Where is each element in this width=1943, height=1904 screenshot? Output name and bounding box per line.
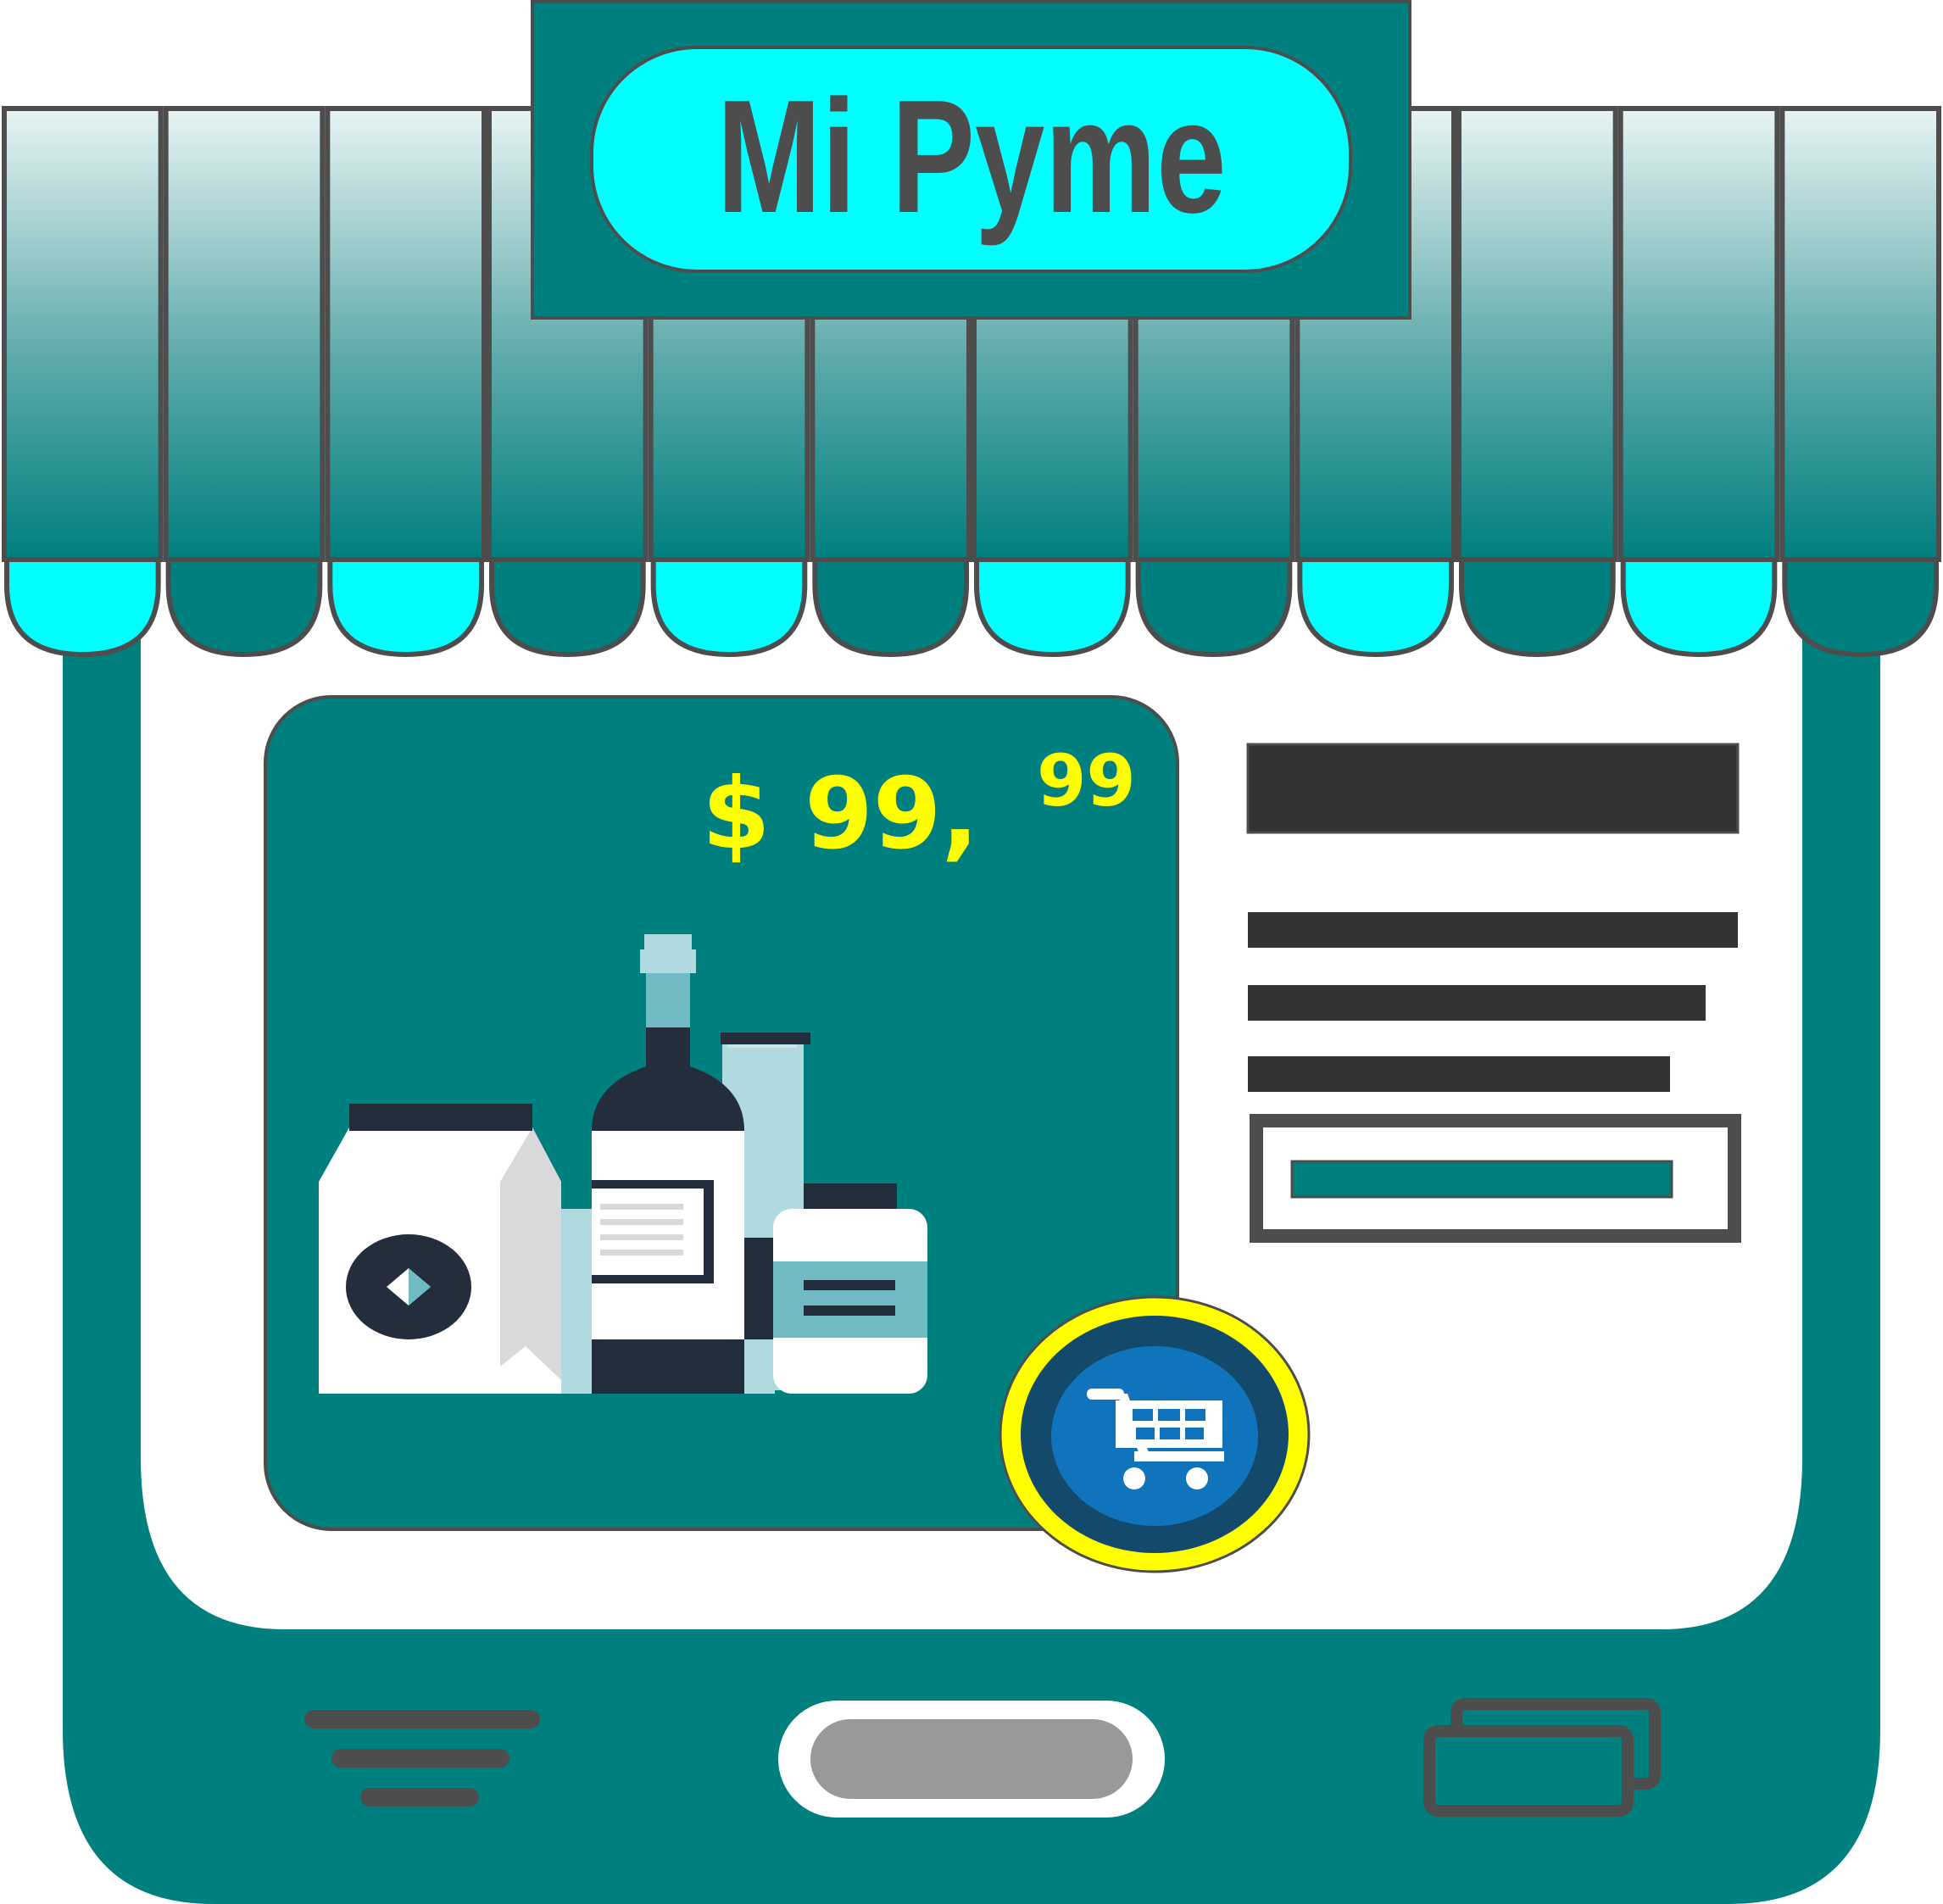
awning-scallop — [1459, 557, 1616, 658]
awning-stripe — [1456, 106, 1618, 562]
cart-button[interactable] — [999, 1295, 1311, 1573]
description-line — [1248, 985, 1706, 1021]
awning-stripe — [1779, 106, 1941, 562]
awning-scallop — [650, 557, 808, 658]
awning-stripe — [1617, 106, 1780, 562]
store-sign: Mi Pyme — [531, 0, 1411, 320]
awning-stripe — [325, 106, 487, 562]
product-title-bar — [1246, 743, 1740, 834]
description-line — [1248, 1056, 1670, 1092]
awning-stripe — [2, 106, 164, 562]
description-line — [1248, 912, 1738, 948]
add-button-box[interactable] — [1250, 1114, 1741, 1243]
awning-scallop — [1297, 557, 1454, 658]
awning-scallop — [974, 557, 1131, 658]
store-name: Mi Pyme — [716, 67, 1226, 247]
awning-scallop — [812, 557, 969, 658]
home-pill-icon[interactable] — [778, 1701, 1165, 1818]
price-main: $ 99, — [702, 757, 979, 871]
awning-scallop — [489, 557, 646, 658]
awning-scallop — [327, 557, 484, 658]
price-cents: 99 — [1037, 739, 1136, 822]
add-button-bar[interactable] — [1290, 1160, 1673, 1199]
awning-stripe — [163, 106, 326, 562]
awning-scallop — [4, 557, 161, 658]
storefront-illustration: Mi Pyme $ 99, 99 — [2, 0, 1941, 1904]
awning-scallop — [1620, 557, 1778, 658]
awning-scallop — [165, 557, 323, 658]
awning-scallop — [1782, 557, 1939, 658]
awning-scallop — [1135, 557, 1293, 658]
